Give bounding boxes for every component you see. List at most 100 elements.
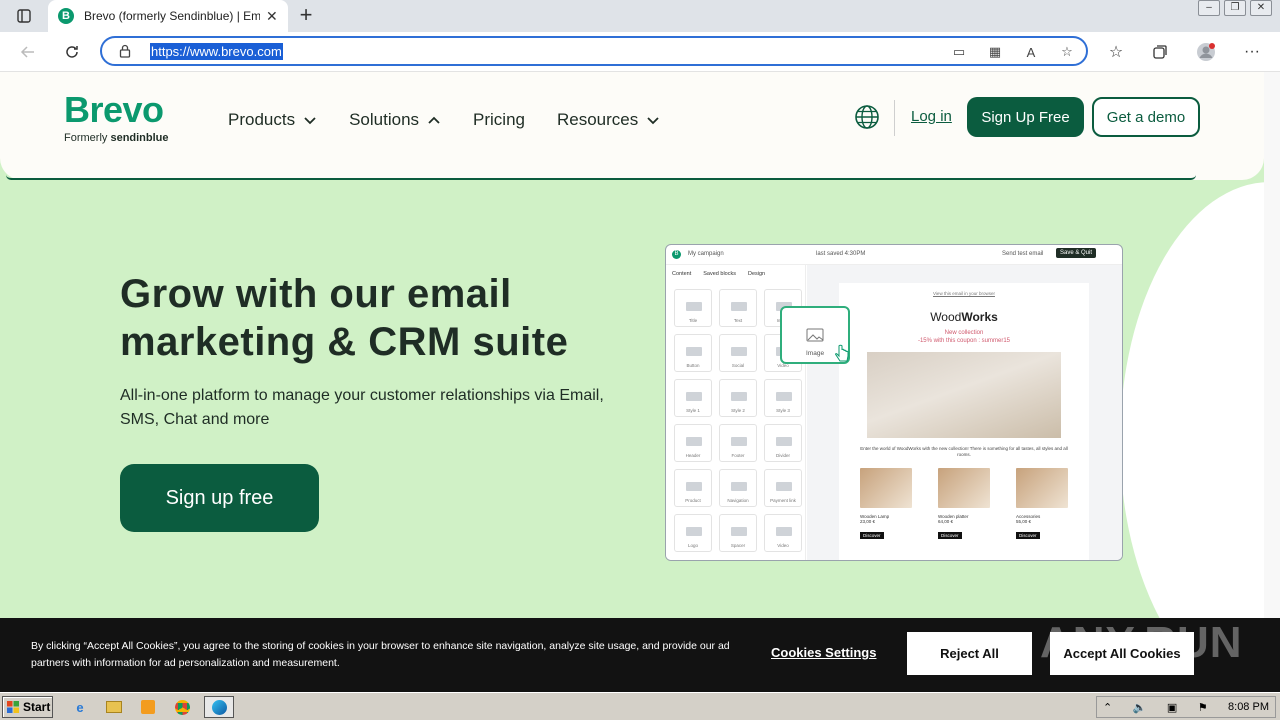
nav-pricing[interactable]: Pricing — [473, 110, 525, 130]
editor-mockup-image: B My campaign last saved 4:30PM Send tes… — [665, 244, 1123, 561]
windows-taskbar: Start e ⌃ 🔈 ▣ ⚑ 8:08 PM — [0, 692, 1280, 720]
mockup-block: Logo — [674, 514, 712, 552]
flag-icon[interactable]: ⚑ — [1198, 701, 1208, 714]
globe-language-icon[interactable] — [854, 104, 880, 130]
mockup-drag-image-card: Image — [780, 306, 850, 364]
tab-close-icon[interactable]: ✕ — [266, 8, 278, 25]
nav-solutions-label: Solutions — [349, 110, 420, 129]
qr-icon[interactable]: ▦ — [984, 42, 1006, 62]
mockup-block: Social — [719, 334, 757, 372]
address-bar[interactable]: https://www.brevo.com ▭ ▦ A ☆ — [100, 36, 1088, 66]
web-page: Brevo Formerly sendinblue Products Solut… — [0, 72, 1280, 618]
drag-card-label: Image — [806, 350, 825, 357]
signup-free-button[interactable]: Sign Up Free — [967, 97, 1084, 137]
file-explorer-icon[interactable] — [102, 696, 126, 718]
get-demo-button[interactable]: Get a demo — [1092, 97, 1200, 137]
nav-pricing-label: Pricing — [473, 110, 525, 129]
edge-icon[interactable] — [204, 696, 234, 718]
mockup-logo-icon: B — [672, 250, 681, 259]
mockup-product: Wooden Lamp 23,00 € Discover — [860, 468, 912, 542]
mockup-block: Payment link — [764, 469, 802, 507]
mockup-view-browser: View this email in your browser — [933, 291, 995, 296]
minimize-button[interactable]: – — [1198, 0, 1220, 16]
lock-icon[interactable] — [118, 44, 132, 58]
chevron-down-icon — [647, 117, 659, 125]
mockup-email: View this email in your browser WoodWork… — [839, 283, 1089, 560]
nav-resources-label: Resources — [557, 110, 639, 129]
cookies-settings-link[interactable]: Cookies Settings — [771, 645, 876, 660]
mockup-tab: Saved blocks — [703, 271, 736, 277]
read-aloud-icon[interactable]: A — [1020, 42, 1042, 62]
add-favorite-icon[interactable]: ☆ — [1056, 42, 1078, 62]
profile-avatar[interactable] — [1194, 40, 1218, 64]
tab-actions-icon[interactable] — [10, 6, 38, 26]
brevo-logo[interactable]: Brevo Formerly sendinblue — [64, 92, 169, 145]
header-accent-line — [6, 175, 1196, 180]
hero-signup-button[interactable]: Sign up free — [120, 464, 319, 532]
mockup-block: Video — [764, 514, 802, 552]
chrome-icon[interactable] — [170, 696, 194, 718]
mockup-promo-2: -15% with this coupon : summer15 — [917, 338, 1011, 344]
nav-products-label: Products — [228, 110, 296, 129]
brevo-favicon-icon: B — [58, 8, 74, 24]
chevron-down-icon — [304, 117, 316, 125]
browser-tab[interactable]: B Brevo (formerly Sendinblue) | Em ✕ — [48, 0, 288, 32]
mockup-block: Title — [674, 289, 712, 327]
logo-formerly-line: Formerly sendinblue — [64, 132, 169, 144]
mockup-saved-time: last saved 4:30PM — [816, 251, 866, 257]
start-label: Start — [23, 700, 51, 714]
nav-solutions[interactable]: Solutions — [349, 110, 441, 130]
cookie-banner: ANY.RUN By clicking “Accept All Cookies”… — [0, 618, 1280, 692]
mockup-product: Accessories 55,00 € Discover — [1016, 468, 1068, 542]
close-window-button[interactable]: ✕ — [1250, 0, 1272, 16]
browser-toolbar: https://www.brevo.com ▭ ▦ A ☆ ☆ ··· — [0, 32, 1280, 72]
chevron-up-icon — [428, 116, 440, 124]
mockup-block: Spacer — [719, 514, 757, 552]
mockup-canvas: View this email in your browser WoodWork… — [807, 265, 1122, 560]
mockup-block: Product — [674, 469, 712, 507]
mockup-block: Style 2 — [719, 379, 757, 417]
url-text[interactable]: https://www.brevo.com — [150, 43, 283, 60]
tab-strip: B Brevo (formerly Sendinblue) | Em ✕ + –… — [0, 0, 1280, 32]
mockup-hero-image — [867, 352, 1061, 438]
tab-title: Brevo (formerly Sendinblue) | Em — [84, 9, 260, 23]
login-link[interactable]: Log in — [911, 108, 952, 125]
main-nav: Products Solutions Pricing Resources — [228, 110, 692, 130]
restore-button[interactable]: ❐ — [1224, 0, 1246, 16]
reject-all-button[interactable]: Reject All — [907, 632, 1032, 675]
logo-formerly-brand: sendinblue — [110, 132, 169, 144]
page-scrollbar[interactable] — [1264, 72, 1280, 618]
mockup-block: Footer — [719, 424, 757, 462]
image-icon — [806, 328, 824, 342]
mockup-block: Navigation — [719, 469, 757, 507]
network-icon[interactable]: ▣ — [1167, 701, 1177, 714]
more-menu-icon[interactable]: ··· — [1240, 40, 1264, 64]
header-divider — [894, 100, 895, 136]
mockup-tab: Content — [672, 271, 692, 277]
logo-formerly: Formerly — [64, 132, 108, 144]
tray-expand-icon[interactable]: ⌃ — [1103, 701, 1112, 714]
mockup-campaign-name: My campaign — [688, 251, 724, 257]
nav-resources[interactable]: Resources — [557, 110, 660, 130]
refresh-icon[interactable] — [60, 40, 84, 64]
accept-all-cookies-button[interactable]: Accept All Cookies — [1050, 632, 1194, 675]
new-tab-button[interactable]: + — [296, 4, 316, 26]
start-button[interactable]: Start — [2, 696, 53, 718]
collections-icon[interactable] — [1148, 40, 1172, 64]
back-icon[interactable] — [16, 40, 40, 64]
cookie-text: By clicking “Accept All Cookies”, you ag… — [31, 640, 730, 669]
media-player-icon[interactable] — [136, 696, 160, 718]
hand-cursor-icon — [835, 344, 849, 362]
volume-icon[interactable]: 🔈 — [1133, 701, 1147, 714]
hero-title: Grow with our email marketing & CRM suit… — [120, 272, 569, 364]
internet-explorer-icon[interactable]: e — [68, 696, 92, 718]
mockup-blurb: Enter the world of WoodWorks with the ne… — [860, 446, 1068, 457]
hero-subtitle: All-in-one platform to manage your custo… — [120, 387, 604, 428]
mockup-block: Text — [719, 289, 757, 327]
favorites-icon[interactable]: ☆ — [1104, 40, 1128, 64]
clock[interactable]: 8:08 PM — [1228, 701, 1269, 713]
mockup-block: Button — [674, 334, 712, 372]
app-available-icon[interactable]: ▭ — [948, 42, 970, 62]
mockup-block: Style 3 — [764, 379, 802, 417]
nav-products[interactable]: Products — [228, 110, 317, 130]
